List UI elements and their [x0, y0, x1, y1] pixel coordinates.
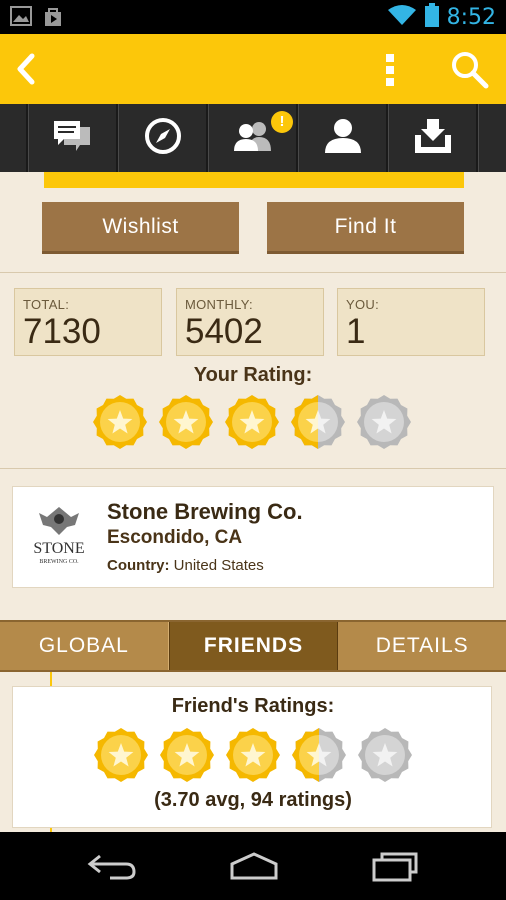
logo-text: STONE [33, 540, 84, 557]
rating-tabs: GLOBAL FRIENDS DETAILS [0, 620, 506, 672]
brewery-card[interactable]: STONE BREWING CO. Stone Brewing Co. Esco… [12, 486, 494, 588]
logo-sub: BREWING CO. [39, 559, 79, 565]
brewery-country: Country: United States [107, 557, 264, 574]
battery-icon [424, 3, 439, 32]
main-nav: ! [0, 104, 506, 172]
tab-details[interactable]: DETAILS [338, 622, 506, 670]
recents-nav-icon[interactable] [370, 850, 420, 887]
system-nav-bar [0, 832, 506, 900]
stat-you: YOU: 1 [337, 288, 485, 356]
nav-spacer-right [478, 104, 506, 172]
friends-rating-cap-icon-5 [357, 727, 413, 788]
brewery-name: Stone Brewing Co. [107, 499, 303, 524]
tab-friends[interactable]: FRIENDS [168, 622, 339, 670]
stat-monthly-label: MONTHLY: [185, 297, 253, 312]
your-rating-cap-icon-3[interactable] [224, 394, 280, 455]
nav-inbox[interactable] [388, 104, 478, 172]
divider [0, 272, 506, 273]
tab-global[interactable]: GLOBAL [0, 622, 169, 670]
nav-messages[interactable] [28, 104, 118, 172]
friends-ratings-card: Friend's Ratings: (3.70 avg, 94 ratings) [12, 686, 492, 828]
app-bar [0, 34, 506, 104]
search-icon[interactable] [448, 48, 492, 92]
your-rating-cap-icon-5[interactable] [356, 394, 412, 455]
stat-monthly: MONTHLY: 5402 [176, 288, 324, 356]
stat-you-value: 1 [346, 312, 366, 351]
overflow-menu-icon[interactable] [380, 52, 400, 88]
your-rating-stars[interactable] [92, 394, 412, 455]
home-nav-icon[interactable] [226, 850, 282, 887]
stat-total: TOTAL: 7130 [14, 288, 162, 356]
country-label: Country: [107, 557, 170, 574]
friends-rating-cap-icon-1 [93, 727, 149, 788]
find-it-button[interactable]: Find It [267, 202, 464, 254]
stat-monthly-value: 5402 [185, 312, 263, 351]
nav-spacer-left [0, 104, 28, 172]
compass-icon [144, 117, 182, 160]
brewery-logo: STONE BREWING CO. [25, 501, 93, 571]
friends-rating-cap-icon-4 [291, 727, 347, 788]
country-value: United States [173, 557, 264, 574]
wishlist-button[interactable]: Wishlist [42, 202, 239, 254]
stat-total-value: 7130 [23, 312, 101, 351]
play-store-icon [42, 6, 64, 33]
notification-badge: ! [271, 111, 293, 133]
friends-icon [231, 119, 275, 158]
friends-rating-cap-icon-3 [225, 727, 281, 788]
friends-rating-cap-icon-2 [159, 727, 215, 788]
nav-profile[interactable] [298, 104, 388, 172]
beer-header-strip [44, 172, 464, 188]
stat-you-label: YOU: [346, 297, 379, 312]
brewery-location: Escondido, CA [107, 527, 243, 548]
gallery-icon [10, 6, 32, 33]
chat-icon [52, 119, 94, 158]
stat-total-label: TOTAL: [23, 297, 70, 312]
back-icon[interactable] [12, 50, 40, 88]
nav-friends[interactable]: ! [208, 104, 298, 172]
friends-ratings-summary: (3.70 avg, 94 ratings) [154, 789, 352, 811]
your-rating-label: Your Rating: [193, 364, 313, 386]
friends-rating-stars [93, 727, 413, 788]
your-rating-cap-icon-4[interactable] [290, 394, 346, 455]
clock: 8:52 [446, 5, 496, 30]
divider [0, 468, 506, 469]
status-bar: 8:52 [0, 0, 506, 34]
wifi-icon [387, 3, 417, 32]
nav-explore[interactable] [118, 104, 208, 172]
your-rating-cap-icon-2[interactable] [158, 394, 214, 455]
friends-ratings-title: Friend's Ratings: [171, 695, 335, 717]
inbox-download-icon [413, 117, 453, 160]
your-rating-cap-icon-1[interactable] [92, 394, 148, 455]
profile-icon [323, 117, 363, 160]
back-nav-icon[interactable] [86, 850, 138, 887]
